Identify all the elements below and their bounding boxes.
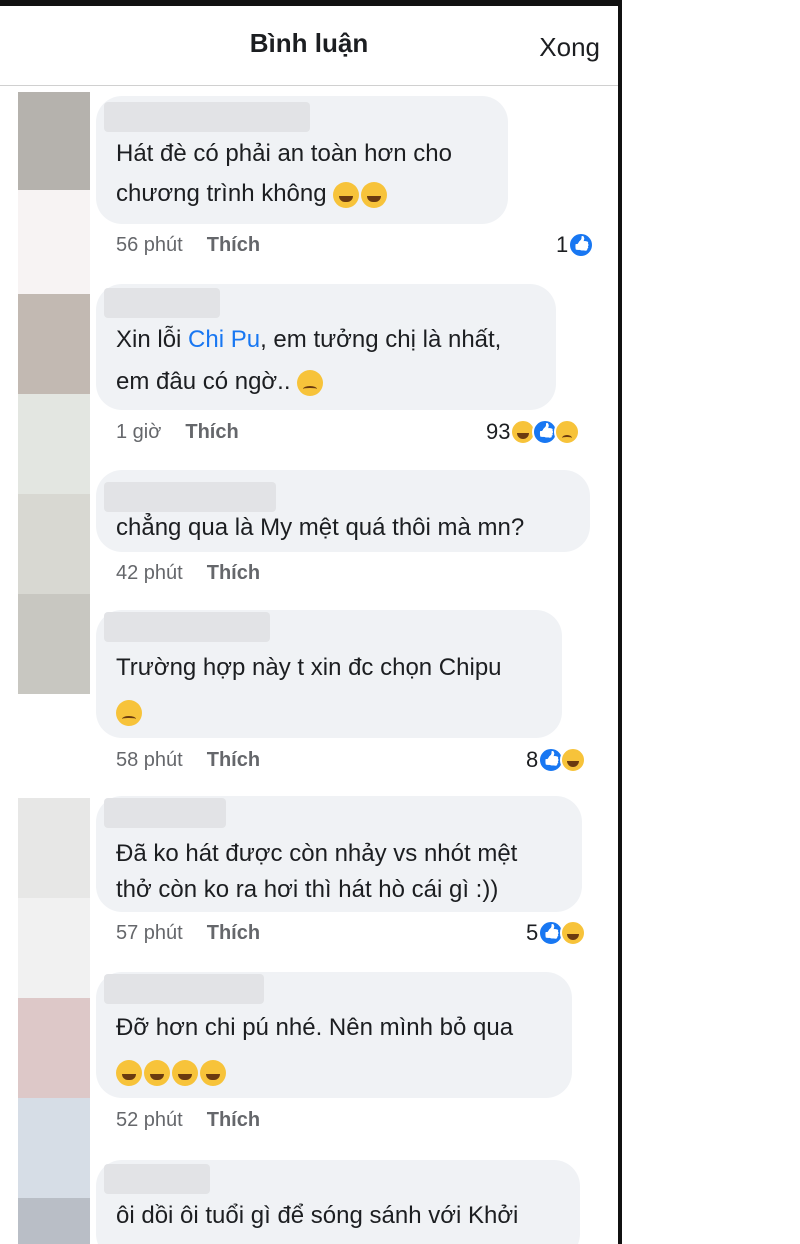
comment-time: 56 phút — [116, 234, 183, 256]
crying-emoji-icon — [297, 369, 324, 396]
right-edge — [618, 0, 622, 1244]
reaction-summary[interactable]: 8 — [526, 747, 587, 773]
avatar — [18, 1098, 90, 1198]
haha-reaction-icon — [560, 747, 587, 773]
reaction-summary[interactable]: 1 — [556, 232, 595, 258]
reaction-count: 8 — [526, 747, 539, 772]
comment-item: Đã ko hát được còn nhảy vs nhót mệt thở … — [96, 796, 582, 912]
comment-item: chẳng qua là My mệt quá thôi mà mn? — [96, 470, 590, 552]
comment-bubble[interactable]: Hát đè có phải an toàn hơn cho chương tr… — [96, 96, 508, 224]
comment-text-line: Hát đè có phải an toàn hơn cho — [116, 140, 452, 167]
avatar — [18, 898, 90, 998]
comment-bubble[interactable]: Đỡ hơn chi pú nhé. Nên mình bỏ qua — [96, 972, 572, 1098]
comment-text-line: Đỡ hơn chi pú nhé. Nên mình bỏ qua — [116, 1014, 514, 1041]
comment-bubble[interactable]: chẳng qua là My mệt quá thôi mà mn? — [96, 470, 590, 552]
reaction-summary[interactable]: 5 — [526, 920, 587, 946]
rofl-emoji-icon — [144, 1059, 170, 1086]
comment-bubble[interactable]: Xin lỗi Chi Pu, em tưởng chị là nhất, em… — [96, 284, 556, 410]
commenter-name-blurred[interactable] — [104, 102, 310, 132]
commenter-name-blurred[interactable] — [104, 1164, 210, 1194]
avatar[interactable] — [18, 92, 90, 190]
like-link[interactable]: Thích — [207, 234, 260, 256]
comment-item: Xin lỗi Chi Pu, em tưởng chị là nhất, em… — [96, 284, 556, 410]
avatar — [18, 594, 90, 694]
comment-text-line: chẳng qua là My mệt quá thôi mà mn? — [116, 514, 525, 541]
comment-text-line: chương trình không — [116, 174, 492, 214]
reaction-count: 5 — [526, 920, 539, 945]
like-link[interactable]: Thích — [207, 749, 260, 771]
rofl-emoji-icon — [200, 1059, 226, 1086]
comment-bubble[interactable]: Đã ko hát được còn nhảy vs nhót mệt thở … — [96, 796, 582, 912]
like-link[interactable]: Thích — [207, 922, 260, 944]
comment-item: Hát đè có phải an toàn hơn cho chương tr… — [96, 96, 508, 224]
like-link[interactable]: Thích — [207, 1109, 260, 1131]
comment-time: 42 phút — [116, 562, 183, 584]
comment-item: ôi dồi ôi tuổi gì để sóng sánh với Khởi — [96, 1160, 580, 1244]
comments-screen: Bình luận Xong Hát đè có phải an toàn hơ… — [0, 0, 622, 1244]
disappointed-emoji-icon — [116, 699, 142, 726]
comment-text: chương trình không — [116, 180, 327, 207]
avatar[interactable] — [18, 798, 90, 898]
rofl-emoji-icon — [172, 1059, 198, 1086]
avatar[interactable] — [18, 494, 90, 594]
comment-meta: 57 phút Thích — [116, 922, 260, 945]
like-link[interactable]: Thích — [207, 562, 260, 584]
sad-reaction-icon — [554, 419, 581, 445]
comment-meta: 58 phút Thích — [116, 749, 260, 772]
comment-text-line: Xin lỗi Chi Pu, em tưởng chị là nhất, — [116, 320, 540, 360]
comment-text-line: thở còn ko ra hơi thì hát hò cái gì :)) — [116, 876, 499, 903]
comment-meta: 52 phút Thích — [116, 1109, 260, 1132]
commenter-name-blurred[interactable] — [104, 798, 226, 828]
avatar — [18, 394, 90, 494]
comment-text: Xin lỗi — [116, 326, 189, 353]
comment-text-line — [116, 1052, 556, 1092]
page-title: Bình luận — [249, 28, 369, 58]
comment-item: Trường hợp này t xin đc chọn Chipu — [96, 610, 562, 738]
done-button[interactable]: Xong — [539, 32, 600, 63]
comment-time: 52 phút — [116, 1109, 183, 1131]
comment-time: 1 giờ — [116, 421, 162, 443]
comment-text: , em tưởng chị là nhất, — [260, 326, 502, 353]
comment-bubble[interactable]: ôi dồi ôi tuổi gì để sóng sánh với Khởi — [96, 1160, 580, 1244]
comment-item: Đỡ hơn chi pú nhé. Nên mình bỏ qua — [96, 972, 572, 1098]
reaction-count: 93 — [486, 419, 511, 444]
comment-time: 58 phút — [116, 749, 183, 771]
comment-meta: 56 phút Thích — [116, 234, 260, 257]
haha-reaction-icon — [560, 920, 587, 946]
reaction-count: 1 — [556, 232, 569, 257]
comment-text-line: em đâu có ngờ.. — [116, 362, 540, 402]
avatar[interactable] — [18, 998, 90, 1098]
avatar[interactable] — [18, 1198, 90, 1244]
like-reaction-icon — [568, 232, 595, 258]
commenter-name-blurred[interactable] — [104, 974, 264, 1004]
comment-bubble[interactable]: Trường hợp này t xin đc chọn Chipu — [96, 610, 562, 738]
commenter-name-blurred[interactable] — [104, 288, 220, 318]
reaction-summary[interactable]: 93 — [486, 419, 581, 445]
commenter-name-blurred[interactable] — [104, 612, 270, 642]
comment-meta: 1 giờ Thích — [116, 421, 239, 444]
like-link[interactable]: Thích — [185, 421, 238, 443]
comment-text-line: ôi dồi ôi tuổi gì để sóng sánh với Khởi — [116, 1202, 519, 1229]
mention-link[interactable]: Chi Pu — [188, 326, 260, 353]
rofl-emoji-icon — [116, 1059, 142, 1086]
avatar — [18, 190, 90, 294]
comment-text: em đâu có ngờ.. — [116, 368, 291, 395]
comments-header: Bình luận Xong — [0, 6, 618, 86]
comment-meta: 42 phút Thích — [116, 562, 260, 585]
comment-text-line: Đã ko hát được còn nhảy vs nhót mệt — [116, 840, 518, 867]
laugh-cry-emoji-icon — [361, 181, 388, 208]
avatar[interactable] — [18, 294, 90, 394]
comment-time: 57 phút — [116, 922, 183, 944]
laugh-cry-emoji-icon — [333, 181, 360, 208]
comment-text-line — [116, 692, 546, 732]
comment-text-line: Trường hợp này t xin đc chọn Chipu — [116, 654, 502, 681]
